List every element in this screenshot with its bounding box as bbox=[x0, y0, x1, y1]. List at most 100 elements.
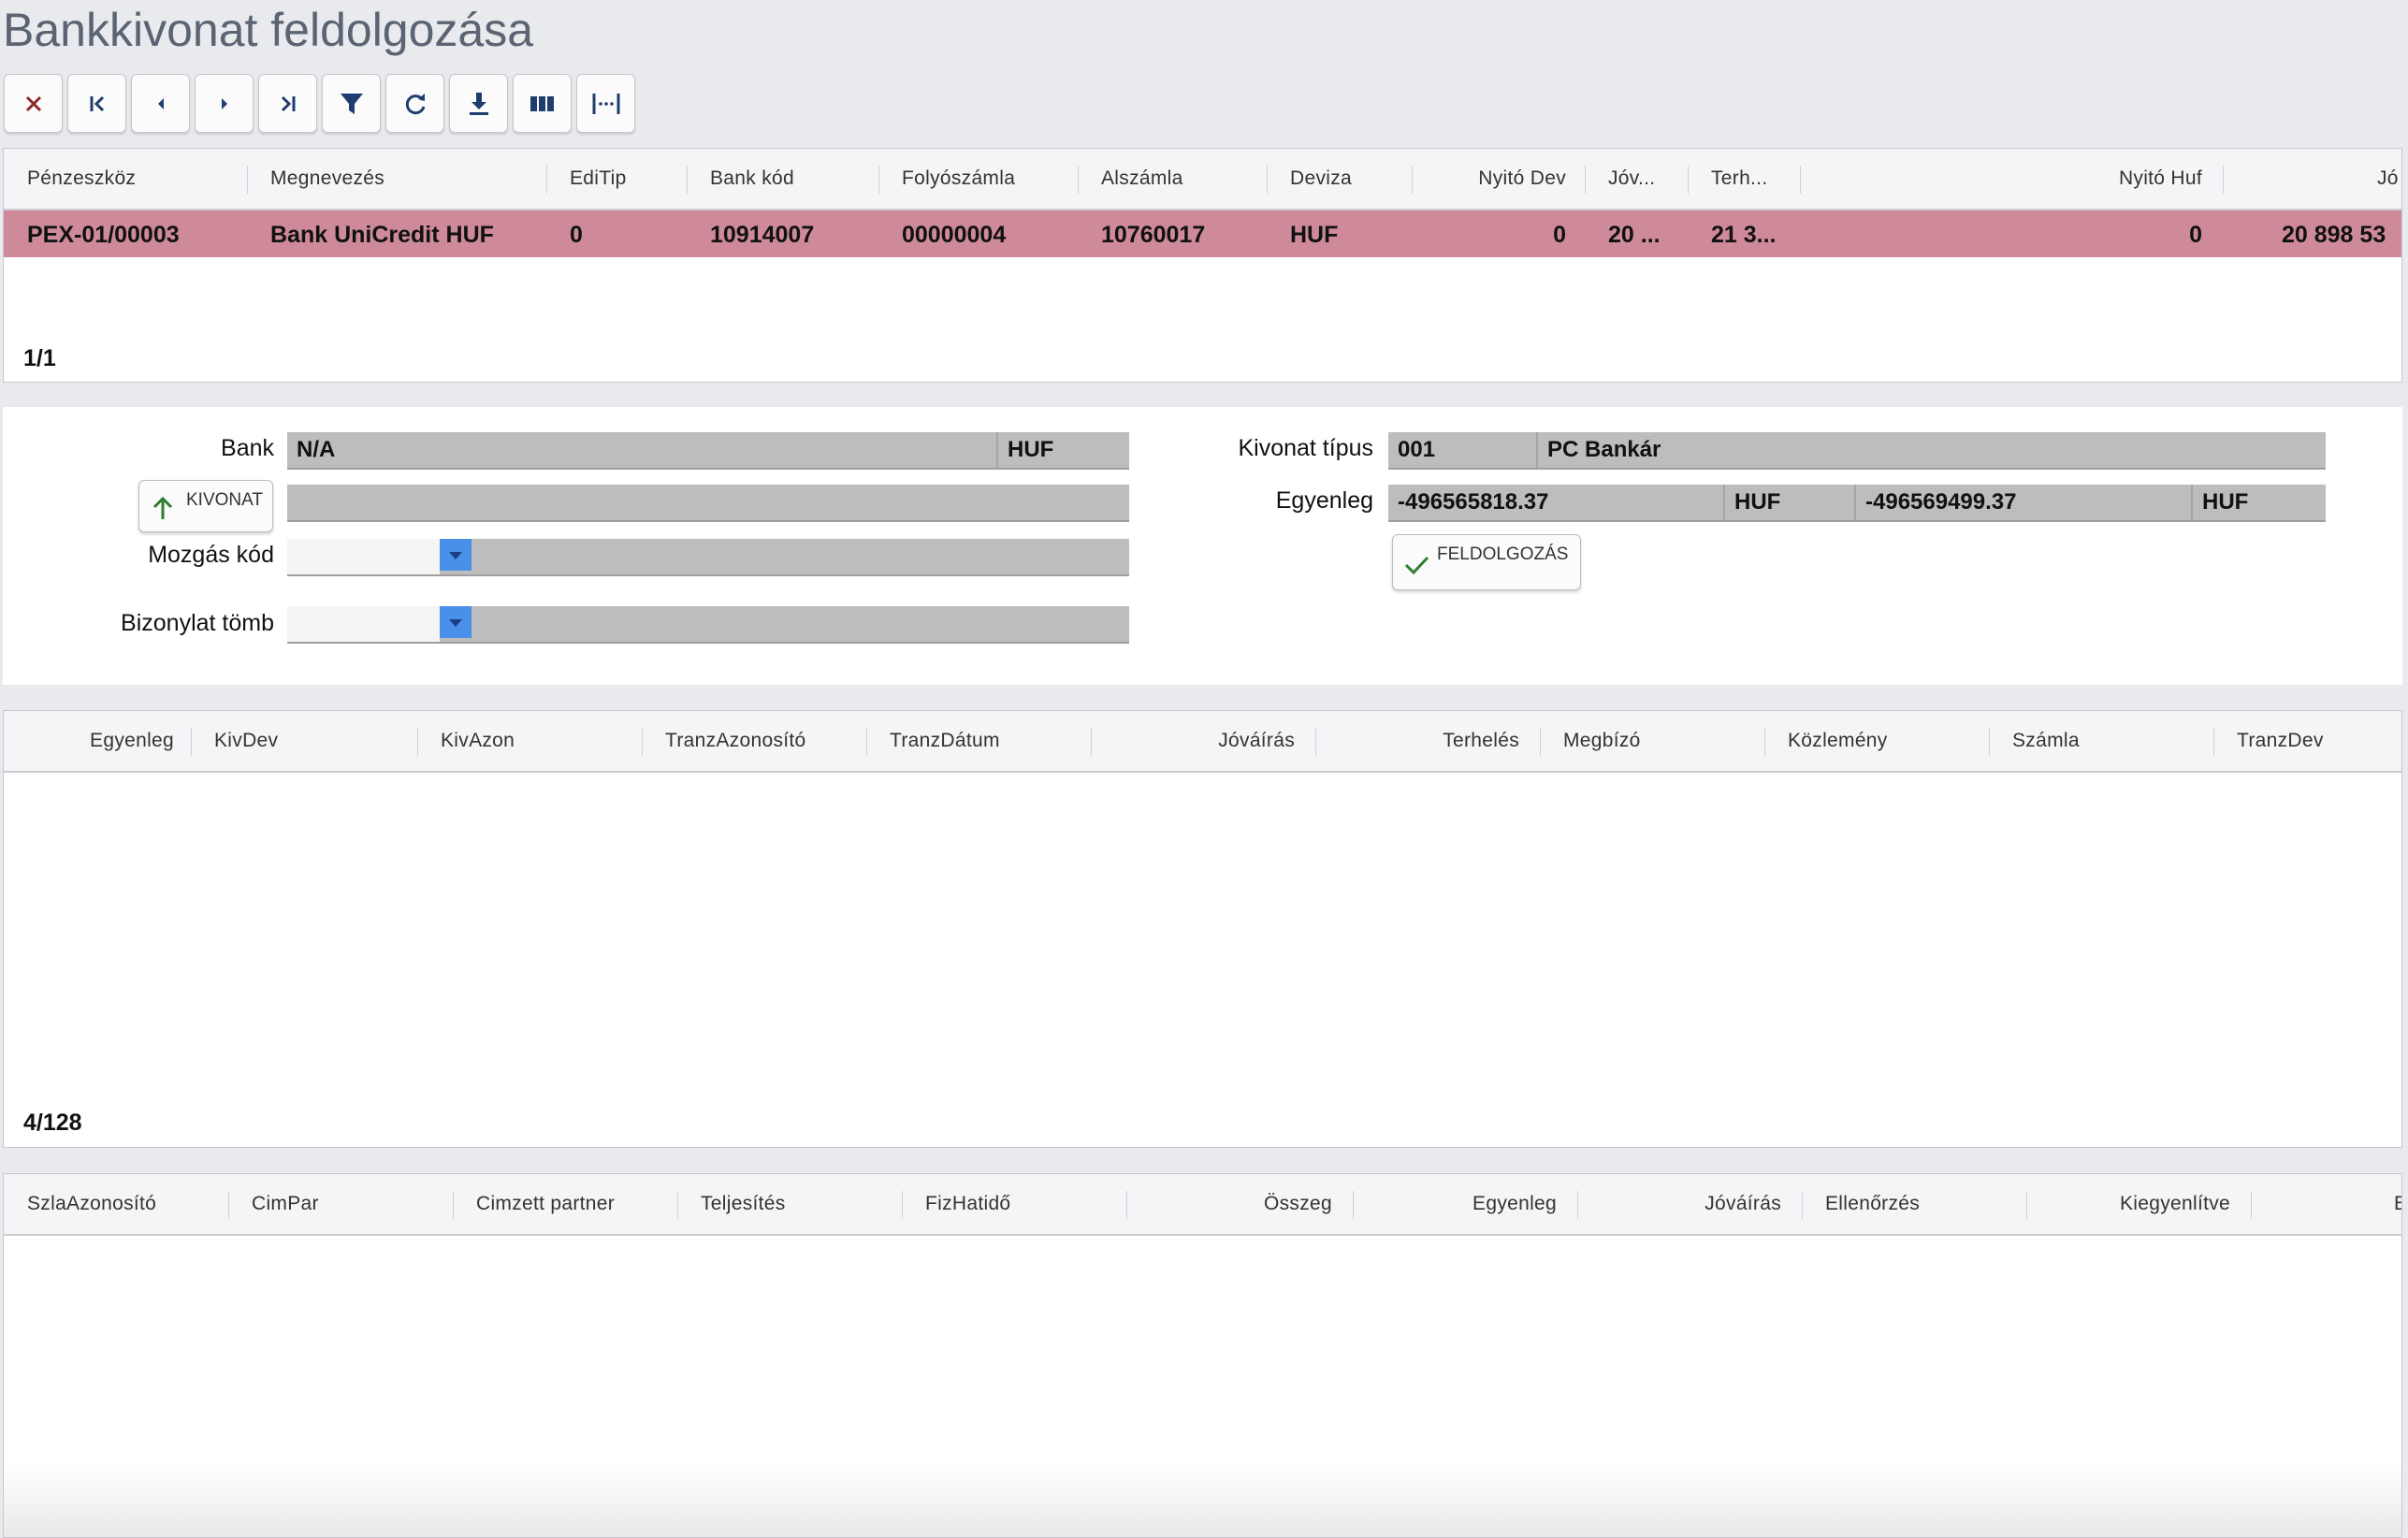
column-header[interactable]: Bank kód bbox=[710, 149, 874, 209]
column-header[interactable]: Megbízó bbox=[1563, 711, 1760, 771]
column-header[interactable]: TranzDev bbox=[2237, 711, 2401, 771]
transactions-grid-header: Egyenleg KivDev KivAzon TranzAzonosító T… bbox=[4, 711, 2401, 773]
arrow-up-icon bbox=[152, 496, 173, 519]
column-header[interactable]: Nyitó Huf bbox=[1809, 149, 2202, 209]
bank-value: N/A bbox=[287, 432, 998, 468]
table-cell: 0 bbox=[2189, 222, 2202, 248]
column-header[interactable]: Teljesítés bbox=[701, 1174, 897, 1234]
columns-icon bbox=[529, 95, 554, 111]
egyenleg-currency-1: HUF bbox=[1725, 485, 1856, 520]
column-header[interactable]: E bbox=[2394, 1174, 2401, 1234]
table-row[interactable]: PEX-01/00003 Bank UniCredit HUF 0 109140… bbox=[4, 210, 2401, 257]
column-header[interactable]: Alszámla bbox=[1101, 149, 1260, 209]
bank-currency: HUF bbox=[1008, 437, 1054, 462]
last-record-icon bbox=[281, 95, 295, 111]
egyenleg-value-2: -496569499.37 bbox=[1856, 485, 2193, 520]
kivonat-tipus-code: 001 bbox=[1388, 432, 1538, 468]
prev-record-button[interactable] bbox=[131, 74, 190, 133]
checkmark-icon bbox=[1404, 556, 1429, 575]
record-counter: 4/128 bbox=[23, 1110, 82, 1136]
table-cell: 20 898 53 bbox=[2282, 222, 2386, 248]
column-header[interactable]: Közlemény bbox=[1788, 711, 1984, 771]
egyenleg-currency-2: HUF bbox=[2202, 489, 2249, 515]
column-header[interactable]: EdiTip bbox=[570, 149, 682, 209]
column-header[interactable]: Jóváírás bbox=[1098, 711, 1295, 771]
bank-field[interactable]: N/A HUF bbox=[287, 432, 1129, 470]
column-header[interactable]: KivDev bbox=[214, 711, 411, 771]
column-header[interactable]: Jó bbox=[2377, 149, 2401, 209]
column-header[interactable]: Kiegyenlítve bbox=[2034, 1174, 2230, 1234]
table-cell: PEX-01/00003 bbox=[27, 222, 180, 248]
column-header[interactable]: Megnevezés bbox=[270, 149, 542, 209]
kivonat-button-label: KIVONAT bbox=[186, 490, 263, 510]
kivonat-button[interactable]: KIVONAT bbox=[138, 480, 273, 532]
refresh-icon bbox=[405, 93, 425, 114]
column-header[interactable]: Terh... bbox=[1711, 149, 1795, 209]
table-cell: 0 bbox=[570, 222, 583, 248]
chevron-down-icon[interactable] bbox=[440, 539, 471, 571]
filter-button[interactable] bbox=[322, 74, 381, 133]
kivonat-tipus-label: Kivonat típus bbox=[1238, 435, 1373, 461]
accounts-grid: Pénzeszköz Megnevezés EdiTip Bank kód Fo… bbox=[3, 148, 2402, 383]
scroll-fade bbox=[4, 1462, 2401, 1537]
bank-label: Bank bbox=[221, 435, 274, 461]
prev-record-icon bbox=[157, 97, 164, 109]
column-header[interactable]: TranzAzonosító bbox=[665, 711, 862, 771]
toolbar bbox=[4, 74, 635, 138]
column-header[interactable]: FizHatidő bbox=[925, 1174, 1122, 1234]
download-button[interactable] bbox=[449, 74, 508, 133]
first-record-button[interactable] bbox=[67, 74, 126, 133]
next-record-button[interactable] bbox=[195, 74, 254, 133]
bizonylat-tomb-value bbox=[287, 606, 440, 642]
mozgas-kod-value bbox=[287, 539, 440, 574]
table-cell: 0 bbox=[1553, 222, 1566, 248]
kivonat-field[interactable] bbox=[287, 485, 1129, 522]
column-header[interactable]: KivAzon bbox=[441, 711, 637, 771]
column-header[interactable]: Összeg bbox=[1136, 1174, 1332, 1234]
egyenleg-value-1: -496565818.37 bbox=[1388, 485, 1725, 520]
first-record-icon bbox=[90, 95, 104, 111]
bizonylat-tomb-label: Bizonylat tömb bbox=[121, 610, 274, 636]
column-width-icon bbox=[592, 93, 619, 114]
table-cell: 00000004 bbox=[902, 222, 1007, 248]
column-header[interactable]: Deviza bbox=[1290, 149, 1412, 209]
column-header[interactable]: SzlaAzonosító bbox=[27, 1174, 224, 1234]
column-header[interactable]: Terhelés bbox=[1323, 711, 1519, 771]
close-button[interactable] bbox=[4, 74, 63, 133]
column-header[interactable]: Folyószámla bbox=[902, 149, 1075, 209]
close-icon bbox=[25, 95, 41, 111]
column-header[interactable]: Nyitó Dev bbox=[1421, 149, 1566, 209]
feldolgozas-button[interactable]: FELDOLGOZÁS bbox=[1392, 534, 1581, 590]
column-header[interactable]: Pénzeszköz bbox=[27, 149, 242, 209]
record-counter: 1/1 bbox=[23, 345, 56, 371]
last-record-button[interactable] bbox=[258, 74, 317, 133]
accounts-grid-header: Pénzeszköz Megnevezés EdiTip Bank kód Fo… bbox=[4, 149, 2401, 210]
page-title: Bankkivonat feldolgozása bbox=[3, 4, 534, 56]
column-header[interactable]: Jóváírás bbox=[1585, 1174, 1781, 1234]
table-cell: 21 3... bbox=[1711, 222, 1777, 248]
columns-button[interactable] bbox=[513, 74, 572, 133]
column-header[interactable]: Egyenleg bbox=[13, 711, 174, 771]
column-header[interactable]: Jóv... bbox=[1608, 149, 1678, 209]
column-header[interactable]: TranzDátum bbox=[890, 711, 1086, 771]
bizonylat-tomb-select[interactable] bbox=[287, 606, 1129, 644]
mozgas-kod-select[interactable] bbox=[287, 539, 1129, 576]
statement-form: Bank N/A HUF KIVONAT Mozgás kód Bizonyla… bbox=[3, 407, 2402, 685]
column-width-button[interactable] bbox=[576, 74, 635, 133]
column-header[interactable]: Cimzett partner bbox=[476, 1174, 673, 1234]
feldolgozas-button-label: FELDOLGOZÁS bbox=[1437, 544, 1569, 564]
column-header[interactable]: Számla bbox=[2012, 711, 2209, 771]
table-cell: HUF bbox=[1290, 222, 1339, 248]
table-cell: 20 ... bbox=[1608, 222, 1661, 248]
kivonat-tipus-field[interactable]: 001 PC Bankár bbox=[1388, 432, 2326, 470]
refresh-button[interactable] bbox=[385, 74, 444, 133]
mozgas-kod-label: Mozgás kód bbox=[148, 542, 274, 568]
filter-icon bbox=[340, 93, 363, 114]
table-cell: 10914007 bbox=[710, 222, 815, 248]
column-header[interactable]: Ellenőrzés bbox=[1825, 1174, 2022, 1234]
invoices-grid-header: SzlaAzonosító CimPar Cimzett partner Tel… bbox=[4, 1174, 2401, 1236]
chevron-down-icon[interactable] bbox=[440, 606, 471, 638]
column-header[interactable]: CimPar bbox=[252, 1174, 448, 1234]
egyenleg-field: -496565818.37 HUF -496569499.37 HUF bbox=[1388, 485, 2326, 522]
column-header[interactable]: Egyenleg bbox=[1360, 1174, 1557, 1234]
